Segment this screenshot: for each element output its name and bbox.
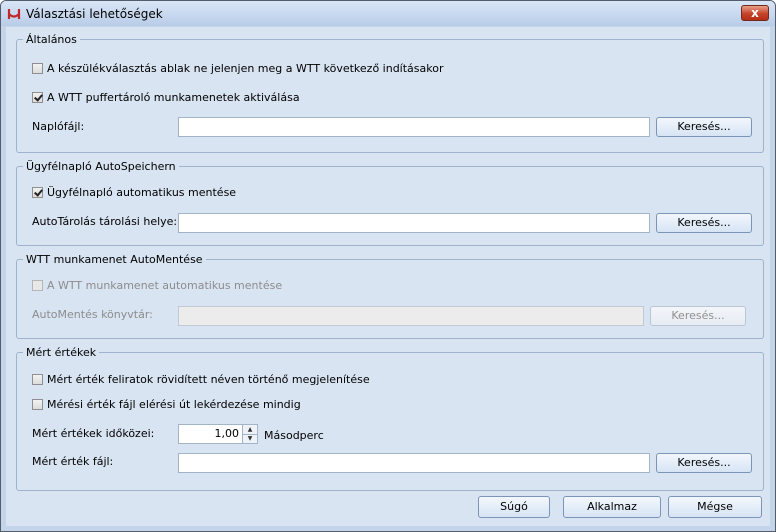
session-autosave-checkbox[interactable]: A WTT munkamenet automatikus mentése (32, 279, 282, 292)
options-dialog: Választási lehetőségek x Általános A kés… (0, 0, 776, 532)
autosave-path-browse-button[interactable]: Keresés... (656, 213, 752, 233)
session-autosave-legend: WTT munkamenet AutoMentése (26, 253, 203, 266)
measured-file-input[interactable] (178, 453, 650, 473)
client-log-autosave-label: Ügyfélnapló automatikus mentése (47, 186, 237, 199)
spin-down-icon[interactable]: ▼ (243, 434, 257, 443)
measured-file-label: Mért érték fájl: (32, 455, 114, 468)
interval-stepper[interactable]: 1,00 ▲ ▼ (178, 424, 258, 444)
autosave-path-label: AutoTárolás tárolási helye: (32, 215, 178, 228)
buffer-sessions-checkbox[interactable]: A WTT puffertároló munkamenetek aktiválá… (32, 91, 300, 104)
interval-spin-buttons: ▲ ▼ (242, 425, 257, 443)
general-legend: Általános (26, 33, 77, 46)
autosave-dir-input[interactable] (178, 306, 644, 326)
help-button[interactable]: Súgó (478, 496, 550, 518)
ask-path-box[interactable] (32, 399, 43, 410)
logfile-browse-button[interactable]: Keresés... (656, 117, 752, 137)
short-names-checkbox[interactable]: Mért érték feliratok rövidített néven tö… (32, 373, 370, 386)
window-title: Választási lehetőségek (26, 7, 163, 21)
client-log-autosave-checkbox[interactable]: Ügyfélnapló automatikus mentése (32, 186, 236, 199)
app-icon (7, 9, 21, 19)
client-log-group: Ügyfélnapló AutoSpeichern (16, 160, 764, 246)
measured-values-legend: Mért értékek (26, 346, 97, 359)
hide-device-select-label: A készülékválasztás ablak ne jelenjen me… (47, 62, 444, 75)
apply-button[interactable]: Alkalmaz (563, 496, 661, 518)
title-bar[interactable]: Választási lehetőségek x (1, 1, 775, 26)
ask-path-label: Mérési érték fájl elérési út lekérdezése… (47, 398, 301, 411)
cancel-button[interactable]: Mégse (668, 496, 762, 518)
close-button[interactable]: x (741, 5, 769, 21)
interval-label: Mért értékek időközei: (32, 427, 155, 440)
autosave-dir-browse-button[interactable]: Keresés... (650, 306, 746, 326)
client-log-autosave-box[interactable] (32, 187, 43, 198)
short-names-box[interactable] (32, 374, 43, 385)
logfile-label: Naplófájl: (32, 120, 85, 133)
session-autosave-box[interactable] (32, 280, 43, 291)
session-autosave-group: WTT munkamenet AutoMentése (16, 253, 764, 339)
interval-unit: Másodperc (264, 429, 324, 442)
dialog-body: Általános A készülékválasztás ablak ne j… (6, 27, 770, 526)
session-autosave-label: A WTT munkamenet automatikus mentése (47, 279, 283, 292)
autosave-path-input[interactable] (178, 213, 650, 233)
interval-value: 1,00 (214, 427, 240, 440)
measured-file-browse-button[interactable]: Keresés... (656, 453, 752, 473)
close-icon: x (751, 6, 759, 20)
buffer-sessions-box[interactable] (32, 92, 43, 103)
ask-path-checkbox[interactable]: Mérési érték fájl elérési út lekérdezése… (32, 398, 301, 411)
buffer-sessions-label: A WTT puffertároló munkamenetek aktiválá… (47, 91, 300, 104)
logfile-input[interactable] (178, 117, 650, 137)
autosave-dir-label: AutoMentés könyvtár: (32, 308, 153, 321)
client-log-legend: Ügyfélnapló AutoSpeichern (26, 160, 176, 173)
short-names-label: Mért érték feliratok rövidített néven tö… (47, 373, 370, 386)
hide-device-select-box[interactable] (32, 63, 43, 74)
hide-device-select-checkbox[interactable]: A készülékválasztás ablak ne jelenjen me… (32, 62, 444, 75)
